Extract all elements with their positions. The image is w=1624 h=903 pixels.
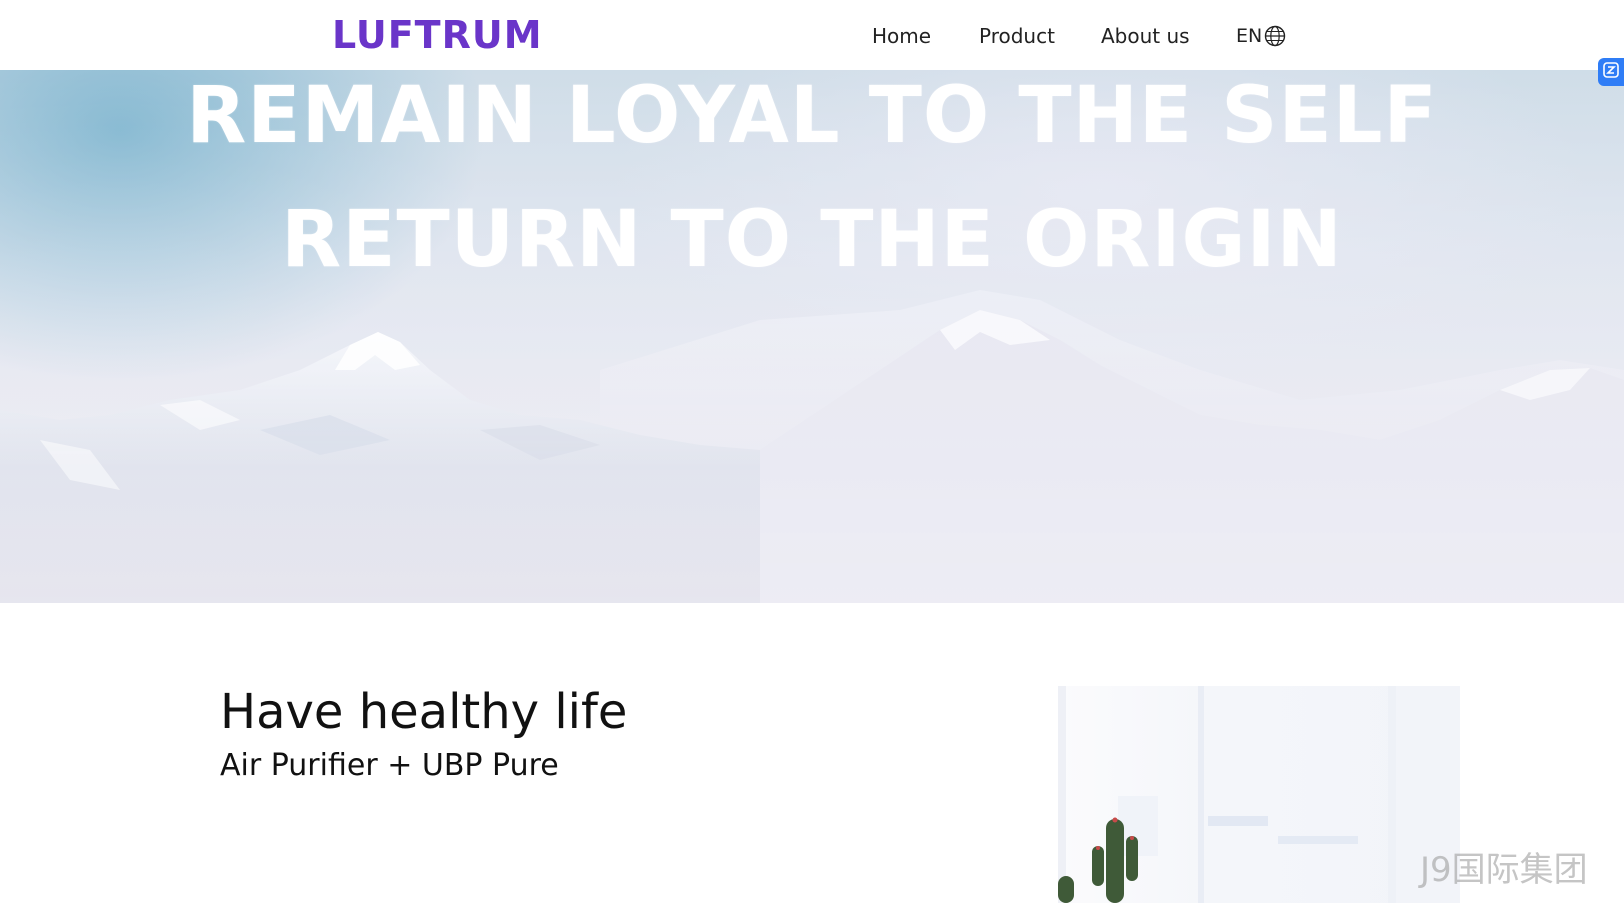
product-photo bbox=[1058, 686, 1460, 903]
language-switcher[interactable]: EN bbox=[1236, 22, 1286, 50]
watermark-text: J9国际集团 bbox=[1420, 850, 1588, 890]
site-header: LUFTRUM Home Product About us EN bbox=[0, 0, 1624, 70]
feature-title: Have healthy life bbox=[220, 684, 628, 740]
nav-home[interactable]: Home bbox=[872, 22, 931, 50]
nav-about-us[interactable]: About us bbox=[1101, 22, 1190, 50]
hero-headline-line-1: REMAIN LOYAL TO THE SELF bbox=[186, 71, 1438, 161]
site-logo[interactable]: LUFTRUM bbox=[332, 12, 543, 58]
globe-icon bbox=[1264, 25, 1286, 47]
nav-product[interactable]: Product bbox=[979, 22, 1055, 50]
hero-headline-line-2: RETURN TO THE ORIGIN bbox=[281, 195, 1343, 285]
language-label: EN bbox=[1236, 25, 1263, 47]
hero-banner: REMAIN LOYAL TO THE SELF RETURN TO THE O… bbox=[0, 70, 1624, 603]
translate-icon bbox=[1603, 62, 1619, 82]
feature-subtitle: Air Purifier + UBP Pure bbox=[220, 748, 559, 783]
translate-widget-button[interactable] bbox=[1598, 58, 1624, 86]
